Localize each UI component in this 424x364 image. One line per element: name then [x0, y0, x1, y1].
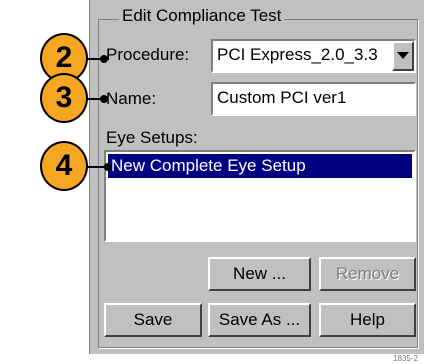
help-button[interactable]: Help — [319, 303, 416, 337]
dropdown-button[interactable] — [392, 41, 414, 71]
callout-4-dot — [104, 163, 112, 171]
chevron-down-icon — [397, 52, 409, 59]
name-value: Custom PCI ver1 — [217, 88, 347, 107]
eye-setups-list[interactable]: New Complete Eye Setup — [104, 150, 416, 242]
callout-2-dot — [100, 55, 108, 63]
callout-4: 4 — [40, 141, 88, 191]
callout-3: 3 — [40, 73, 88, 123]
name-field[interactable]: Custom PCI ver1 — [211, 82, 416, 116]
procedure-label: Procedure: — [106, 45, 190, 64]
procedure-value: PCI Express_2.0_3.3 — [217, 45, 378, 64]
new-button[interactable]: New ... — [208, 257, 311, 291]
list-item[interactable]: New Complete Eye Setup — [108, 154, 412, 178]
eye-setups-label: Eye Setups: — [106, 128, 198, 147]
save-as-button[interactable]: Save As ... — [208, 303, 311, 337]
group-title: Edit Compliance Test — [119, 6, 285, 26]
procedure-dropdown[interactable]: PCI Express_2.0_3.3 — [211, 39, 416, 73]
name-label: Name: — [106, 89, 157, 108]
save-button[interactable]: Save — [104, 303, 202, 337]
callout-3-dot — [100, 95, 108, 103]
remove-button[interactable]: Remove — [319, 257, 416, 291]
figure-number: 1835-2 — [393, 354, 418, 363]
